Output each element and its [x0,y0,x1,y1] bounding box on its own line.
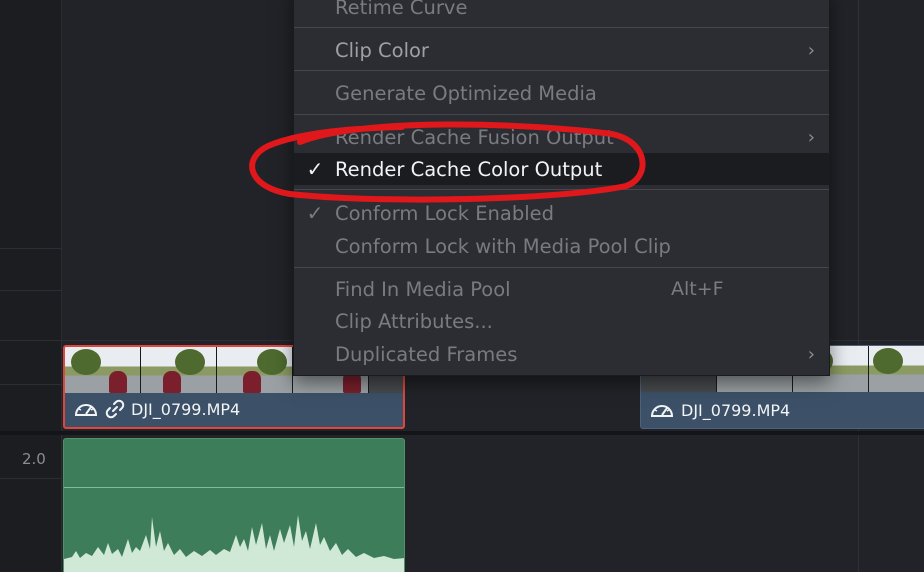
menu-separator [294,27,829,28]
video-audio-separator [0,431,924,435]
clip-thumbnail [217,347,293,393]
audio-waveform [64,515,404,572]
link-icon [105,398,125,420]
menu-item-duplicated-frames[interactable]: Duplicated Frames › [294,338,829,370]
menu-separator [294,189,829,190]
menu-separator [294,267,829,268]
clip-name: DJI_0799.MP4 [681,400,791,420]
menu-item-render-cache-fusion-output[interactable]: Render Cache Fusion Output › [294,121,829,153]
audio-clip[interactable] [63,438,405,572]
track-divider [0,248,62,249]
checkmark-icon: ✓ [306,157,324,181]
menu-item-label: Generate Optimized Media [335,81,597,105]
clip-label-bar: DJI_0799.MP4 [641,392,924,428]
menu-item-label: Render Cache Fusion Output [335,125,614,149]
menu-separator [294,70,829,71]
menu-item-label: Duplicated Frames [335,342,518,366]
timeline-grid-line [858,0,859,572]
menu-item-generate-optimized-media[interactable]: Generate Optimized Media [294,77,829,109]
menu-item-render-cache-color-output[interactable]: ✓ Render Cache Color Output [294,153,829,185]
audio-track-level: 2.0 [22,450,46,468]
chevron-right-icon: › [807,39,815,61]
menu-item-shortcut: Alt+F [671,278,724,300]
track-header-column [0,0,62,572]
clip-thumbnail [869,346,924,392]
chevron-right-icon: › [807,343,815,365]
track-divider [0,290,62,291]
speedometer-icon [649,399,675,421]
clip-context-menu: Retime Curve Clip Color › Generate Optim… [293,0,830,376]
speedometer-icon [73,398,99,420]
menu-item-conform-lock-with-media-pool-clip[interactable]: Conform Lock with Media Pool Clip [294,230,829,262]
menu-item-clip-attributes[interactable]: Clip Attributes... [294,305,829,337]
track-divider [0,478,62,479]
track-divider [0,384,62,385]
menu-item-label: Render Cache Color Output [335,157,603,181]
menu-item-label: Find In Media Pool [335,277,511,301]
menu-item-label: Retime Curve [335,0,468,19]
menu-item-label: Conform Lock with Media Pool Clip [335,234,671,258]
menu-item-conform-lock-enabled[interactable]: ✓ Conform Lock Enabled [294,197,829,229]
chevron-right-icon: › [807,126,815,148]
menu-item-label: Conform Lock Enabled [335,201,555,225]
menu-item-find-in-media-pool[interactable]: Find In Media Pool Alt+F [294,273,829,305]
menu-separator [294,114,829,115]
clip-thumbnail [141,347,217,393]
clip-name: DJI_0799.MP4 [131,399,241,419]
menu-item-label: Clip Color [335,38,429,62]
checkmark-icon: ✓ [306,201,324,225]
menu-item-retime-curve[interactable]: Retime Curve [294,0,829,23]
menu-item-clip-color[interactable]: Clip Color › [294,34,829,66]
clip-thumbnail [65,347,141,393]
clip-label-bar: DJI_0799.MP4 [65,391,403,427]
menu-item-label: Clip Attributes... [335,309,493,333]
